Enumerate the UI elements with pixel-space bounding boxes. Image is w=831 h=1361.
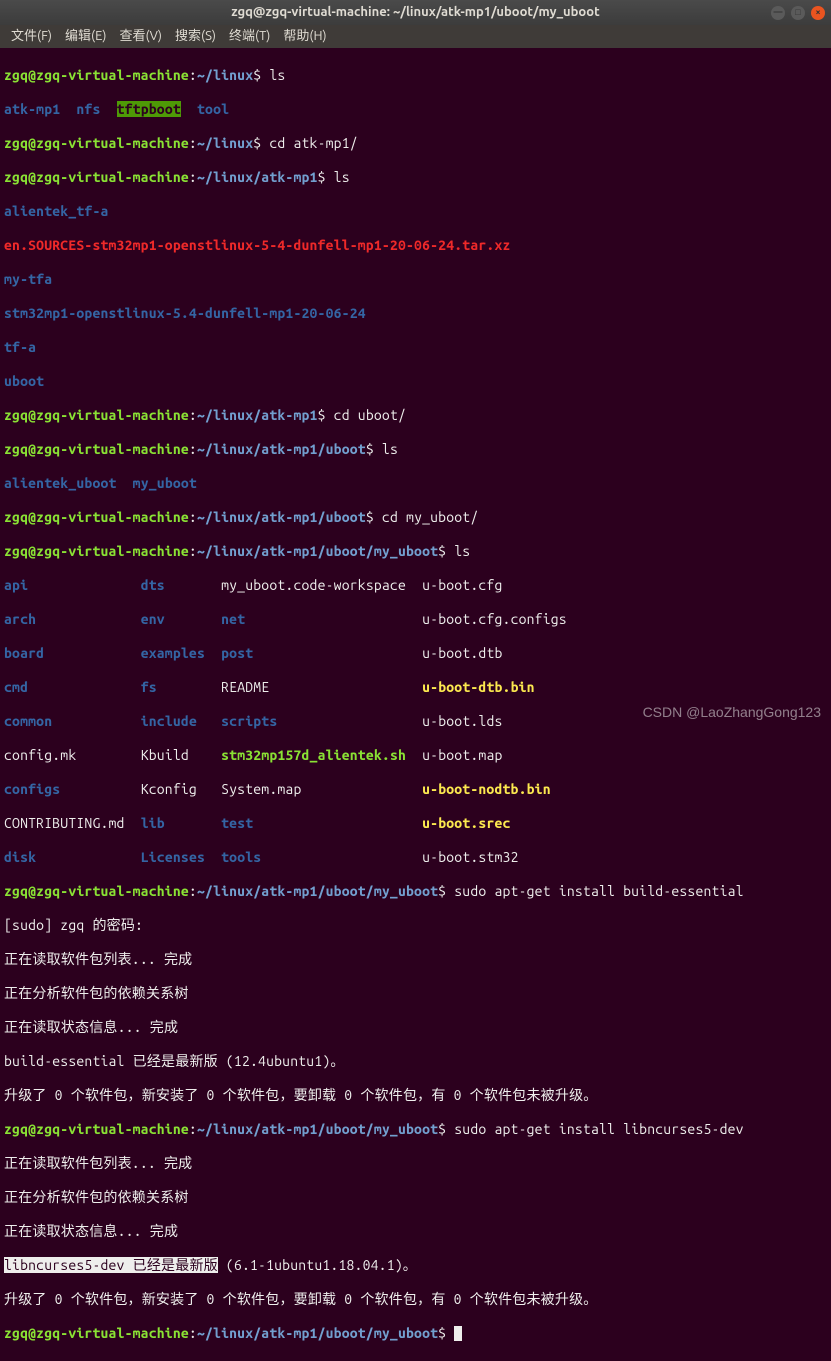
line: stm32mp1-openstlinux-5.4-dunfell-mp1-20-…	[4, 305, 827, 322]
dir: tf-a	[4, 339, 36, 355]
line: disk Licenses tools u-boot.stm32	[4, 849, 827, 866]
hl-package: libncurses5-dev	[4, 1257, 125, 1273]
line: configs Kconfig System.map u-boot-nodtb.…	[4, 781, 827, 798]
dir: my_uboot	[133, 475, 197, 491]
dir: alientek_tf-a	[4, 203, 109, 219]
line: 升级了 0 个软件包，新安装了 0 个软件包，要卸载 0 个软件包，有 0 个软…	[4, 1087, 827, 1104]
cmd: ls	[382, 441, 398, 457]
close-button[interactable]: ×	[811, 6, 825, 20]
line: 正在读取软件包列表... 完成	[4, 1155, 827, 1172]
line: 正在读取软件包列表... 完成	[4, 951, 827, 968]
dir: alientek_uboot	[4, 475, 117, 491]
line: board examples post u-boot.dtb	[4, 645, 827, 662]
dir: my-tfa	[4, 271, 52, 287]
cmd: sudo apt-get install libncurses5-dev	[454, 1121, 743, 1137]
line: [sudo] zgq 的密码:	[4, 917, 827, 934]
line: zgq@zgq-virtual-machine:~/linux/atk-mp1/…	[4, 883, 827, 900]
menu-help[interactable]: 帮助(H)	[278, 26, 331, 47]
file-archive: en.SOURCES-stm32mp1-openstlinux-5-4-dunf…	[4, 237, 511, 253]
line: alientek_uboot my_uboot	[4, 475, 827, 492]
line: arch env net u-boot.cfg.configs	[4, 611, 827, 628]
dir-highlight: tftpboot	[117, 101, 181, 117]
window-title: zgq@zgq-virtual-machine: ~/linux/atk-mp1…	[231, 4, 599, 21]
menu-file[interactable]: 文件(F)	[6, 26, 57, 47]
cmd: ls	[454, 543, 470, 559]
dir: uboot	[4, 373, 44, 389]
line: my-tfa	[4, 271, 827, 288]
line: config.mk Kbuild stm32mp157d_alientek.sh…	[4, 747, 827, 764]
line: atk-mp1 nfs tftpboot tool	[4, 101, 827, 118]
line: tf-a	[4, 339, 827, 356]
line: CONTRIBUTING.md lib test u-boot.srec	[4, 815, 827, 832]
cmd: ls	[269, 67, 285, 83]
line: api dts my_uboot.code-workspace u-boot.c…	[4, 577, 827, 594]
menu-terminal[interactable]: 终端(T)	[224, 26, 275, 47]
cmd: ls	[334, 169, 350, 185]
line: 升级了 0 个软件包，新安装了 0 个软件包，要卸载 0 个软件包，有 0 个软…	[4, 1291, 827, 1308]
titlebar: zgq@zgq-virtual-machine: ~/linux/atk-mp1…	[0, 0, 831, 25]
line: zgq@zgq-virtual-machine:~/linux/atk-mp1/…	[4, 1325, 827, 1342]
line: zgq@zgq-virtual-machine:~/linux/atk-mp1/…	[4, 543, 827, 560]
line: zgq@zgq-virtual-machine:~/linux/atk-mp1$…	[4, 169, 827, 186]
dir: stm32mp1-openstlinux-5.4-dunfell-mp1-20-…	[4, 305, 366, 321]
line: zgq@zgq-virtual-machine:~/linux/atk-mp1/…	[4, 1121, 827, 1138]
watermark: CSDN @LaoZhangGong123	[643, 704, 821, 721]
cmd: cd uboot/	[334, 407, 406, 423]
menu-search[interactable]: 搜索(S)	[170, 26, 221, 47]
line: build-essential 已经是最新版 (12.4ubuntu1)。	[4, 1053, 827, 1070]
line: en.SOURCES-stm32mp1-openstlinux-5-4-dunf…	[4, 237, 827, 254]
line: zgq@zgq-virtual-machine:~/linux/atk-mp1$…	[4, 407, 827, 424]
line: libncurses5-dev 已经是最新版 (6.1-1ubuntu1.18.…	[4, 1257, 827, 1274]
line: 正在读取状态信息... 完成	[4, 1019, 827, 1036]
prompt-user: zgq@zgq-virtual-machine	[4, 67, 189, 83]
line: zgq@zgq-virtual-machine:~/linux/atk-mp1/…	[4, 509, 827, 526]
line: alientek_tf-a	[4, 203, 827, 220]
line: zgq@zgq-virtual-machine:~/linux/atk-mp1/…	[4, 441, 827, 458]
menu-view[interactable]: 查看(V)	[115, 26, 167, 47]
line: 正在分析软件包的依赖关系树	[4, 985, 827, 1002]
cmd: cd atk-mp1/	[269, 135, 357, 151]
line: 正在分析软件包的依赖关系树	[4, 1189, 827, 1206]
line: cmd fs README u-boot-dtb.bin	[4, 679, 827, 696]
cmd: cd my_uboot/	[382, 509, 478, 525]
line: zgq@zgq-virtual-machine:~/linux$ cd atk-…	[4, 135, 827, 152]
prompt-path: ~/linux	[197, 67, 253, 83]
dir: atk-mp1	[4, 101, 60, 117]
menu-edit[interactable]: 编辑(E)	[60, 26, 111, 47]
dir: tool	[197, 101, 229, 117]
line: uboot	[4, 373, 827, 390]
menubar: 文件(F) 编辑(E) 查看(V) 搜索(S) 终端(T) 帮助(H)	[0, 25, 831, 48]
cmd: sudo apt-get install build-essential	[454, 883, 743, 899]
dir: nfs	[76, 101, 100, 117]
minimize-button[interactable]: —	[771, 6, 785, 20]
window-controls: — □ ×	[771, 6, 825, 20]
line: 正在读取状态信息... 完成	[4, 1223, 827, 1240]
maximize-button[interactable]: □	[791, 6, 805, 20]
cursor-icon	[454, 1326, 462, 1341]
line: zgq@zgq-virtual-machine:~/linux$ ls	[4, 67, 827, 84]
